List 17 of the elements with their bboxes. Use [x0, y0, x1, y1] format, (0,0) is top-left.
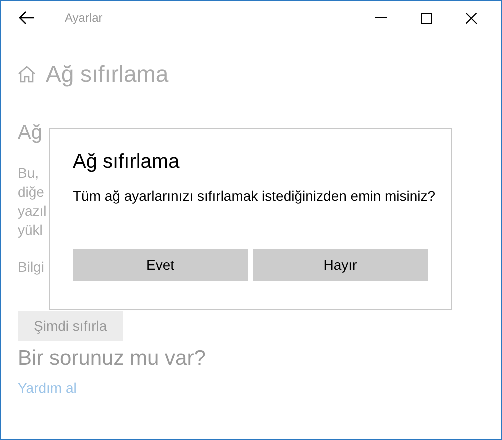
page-title: Ağ sıfırlama: [46, 60, 169, 88]
description-text: diğe: [18, 183, 44, 202]
description-text: yazıl: [18, 202, 47, 221]
back-arrow-icon[interactable]: [19, 11, 35, 25]
dialog-title: Ağ sıfırlama: [73, 150, 181, 175]
dialog-message: Tüm ağ ayarlarınızı sıfırlamak istediğinizden emin misiniz?: [73, 187, 436, 205]
no-button[interactable]: Hayır: [253, 249, 428, 281]
close-icon[interactable]: [466, 12, 477, 24]
yes-button[interactable]: Evet: [73, 249, 248, 281]
description-text: Bu,: [18, 164, 40, 183]
note-text: Bilgi: [18, 258, 44, 276]
maximize-icon[interactable]: [421, 12, 432, 24]
help-heading: Bir sorunuz mu var?: [18, 347, 207, 371]
description-text: yükl: [18, 221, 43, 240]
window-title: Ayarlar: [65, 11, 103, 25]
minimize-icon[interactable]: [375, 17, 387, 19]
section-title: Ağ: [18, 121, 42, 146]
